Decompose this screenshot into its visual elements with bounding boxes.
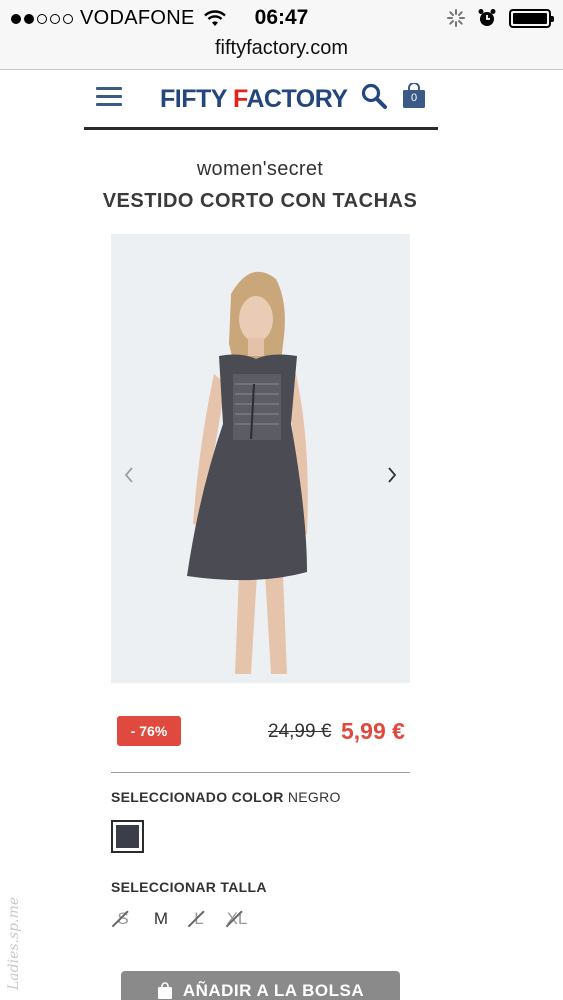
status-bar: VODAFONE 06:47: [0, 0, 563, 36]
divider: [111, 772, 410, 773]
search-icon[interactable]: [360, 82, 388, 110]
color-swatch-negro[interactable]: [111, 820, 144, 853]
product-brand: women'secret: [196, 158, 324, 180]
product-photo-dress: [111, 234, 410, 683]
product-title: VESTIDO CORTO CON TACHAS: [102, 190, 418, 212]
alarm-clock-icon: [478, 9, 496, 26]
bag-count: 0: [410, 92, 418, 104]
logo-text-actory: ACTORY: [246, 85, 348, 113]
discount-badge: - 76%: [117, 716, 181, 746]
add-to-bag-label: AÑADIR A LA BOLSA: [182, 981, 365, 1000]
color-value: NEGRO: [287, 789, 341, 805]
activity-spinner-icon: [447, 9, 465, 27]
bag-icon: [157, 982, 172, 999]
gallery-prev-arrow-icon[interactable]: [117, 460, 141, 490]
add-to-bag-button[interactable]: AÑADIR A LA BOLSA: [121, 971, 400, 1000]
status-right: [447, 8, 554, 28]
shopping-bag-button[interactable]: 0: [402, 82, 426, 109]
size-option-s[interactable]: S: [111, 909, 135, 929]
gallery-next-arrow-icon[interactable]: [380, 460, 404, 490]
size-option-m[interactable]: M: [149, 909, 173, 929]
color-label-text: SELECCIONADO COLOR: [111, 789, 284, 805]
sale-price: 5,99 €: [341, 718, 405, 744]
site-logo[interactable]: FIFTY FACTORY: [160, 85, 348, 114]
original-price: 24,99 €: [268, 721, 332, 742]
logo-text-f: F: [232, 85, 247, 113]
menu-icon[interactable]: [96, 87, 122, 107]
battery-icon: [509, 8, 554, 28]
size-option-l[interactable]: L: [187, 909, 211, 929]
color-selector-label: SELECCIONADO COLOR NEGRO: [111, 789, 341, 805]
logo-text-fifty: FIFTY: [160, 85, 233, 113]
size-options: S M L XL: [111, 909, 249, 929]
browser-url-bar[interactable]: fiftyfactory.com: [0, 36, 563, 70]
url-text: fiftyfactory.com: [215, 37, 348, 59]
site-header: FIFTY FACTORY 0: [84, 72, 438, 130]
watermark: Ladies.sp.me: [6, 896, 22, 990]
size-selector-label: SELECCIONAR TALLA: [111, 879, 267, 895]
product-image-gallery[interactable]: [111, 234, 410, 683]
size-option-xl[interactable]: XL: [225, 909, 249, 929]
